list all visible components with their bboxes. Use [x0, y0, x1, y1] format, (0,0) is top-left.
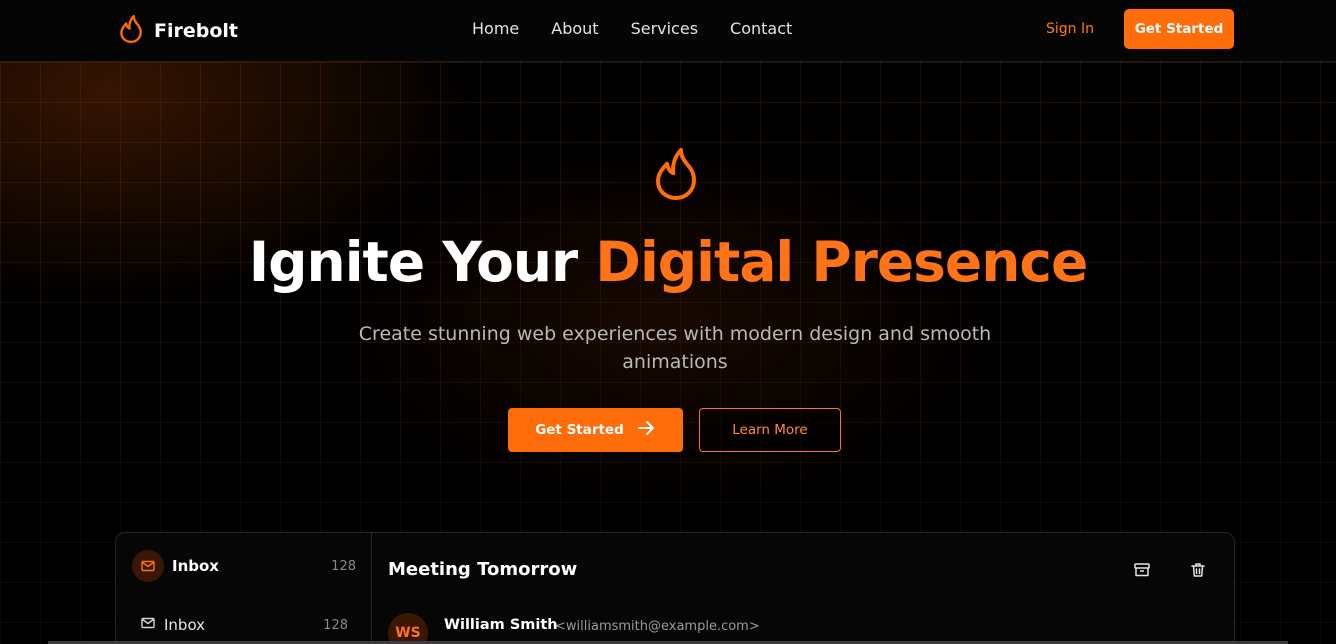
trash-icon[interactable] — [1189, 561, 1207, 579]
sidebar-item-label: Inbox — [164, 616, 206, 634]
header-get-started-button[interactable]: Get Started — [1124, 9, 1234, 49]
nav-contact[interactable]: Contact — [730, 19, 792, 38]
arrow-right-icon — [636, 418, 656, 442]
hero-title-main: Ignite Your — [248, 230, 596, 294]
mail-preview-card: Inbox 128 Inbox 128 Meeting Tomorrow WS … — [115, 532, 1235, 644]
main-nav: Home About Services Contact — [472, 19, 792, 38]
mail-sidebar: Inbox 128 Inbox 128 — [116, 533, 372, 644]
sender-email: <williamsmith@example.com> — [555, 619, 760, 634]
flame-icon — [652, 144, 700, 204]
hero-subtitle: Create stunning web experiences with mod… — [358, 323, 992, 373]
account-switcher[interactable]: Inbox 128 — [132, 549, 356, 583]
learn-more-button[interactable]: Learn More — [699, 408, 841, 452]
sidebar-item-inbox[interactable]: Inbox 128 — [140, 615, 348, 635]
mail-icon — [140, 615, 156, 635]
avatar: WS — [388, 613, 428, 644]
brand-logo[interactable]: Firebolt — [118, 14, 238, 48]
hero-get-started-button[interactable]: Get Started — [508, 408, 683, 452]
nav-home[interactable]: Home — [472, 19, 519, 38]
mail-message-pane: Meeting Tomorrow WS William Smith <willi… — [372, 533, 1234, 644]
hero-get-started-label: Get Started — [535, 422, 624, 438]
sign-in-link[interactable]: Sign In — [1046, 21, 1094, 37]
top-navbar: Firebolt Home About Services Contact Sig… — [0, 0, 1336, 62]
account-count: 128 — [331, 558, 356, 574]
mail-icon — [132, 550, 164, 582]
brand-name: Firebolt — [154, 20, 238, 42]
archive-icon[interactable] — [1133, 561, 1151, 579]
message-subject: Meeting Tomorrow — [388, 559, 578, 580]
account-label: Inbox — [172, 557, 219, 575]
sender-name: William Smith — [444, 617, 558, 633]
hero-title: Ignite Your Digital Presence — [0, 230, 1336, 294]
nav-about[interactable]: About — [551, 19, 598, 38]
hero-title-accent: Digital Presence — [595, 230, 1088, 294]
sidebar-item-count: 128 — [323, 617, 348, 633]
nav-services[interactable]: Services — [631, 19, 698, 38]
flame-icon — [118, 14, 144, 48]
